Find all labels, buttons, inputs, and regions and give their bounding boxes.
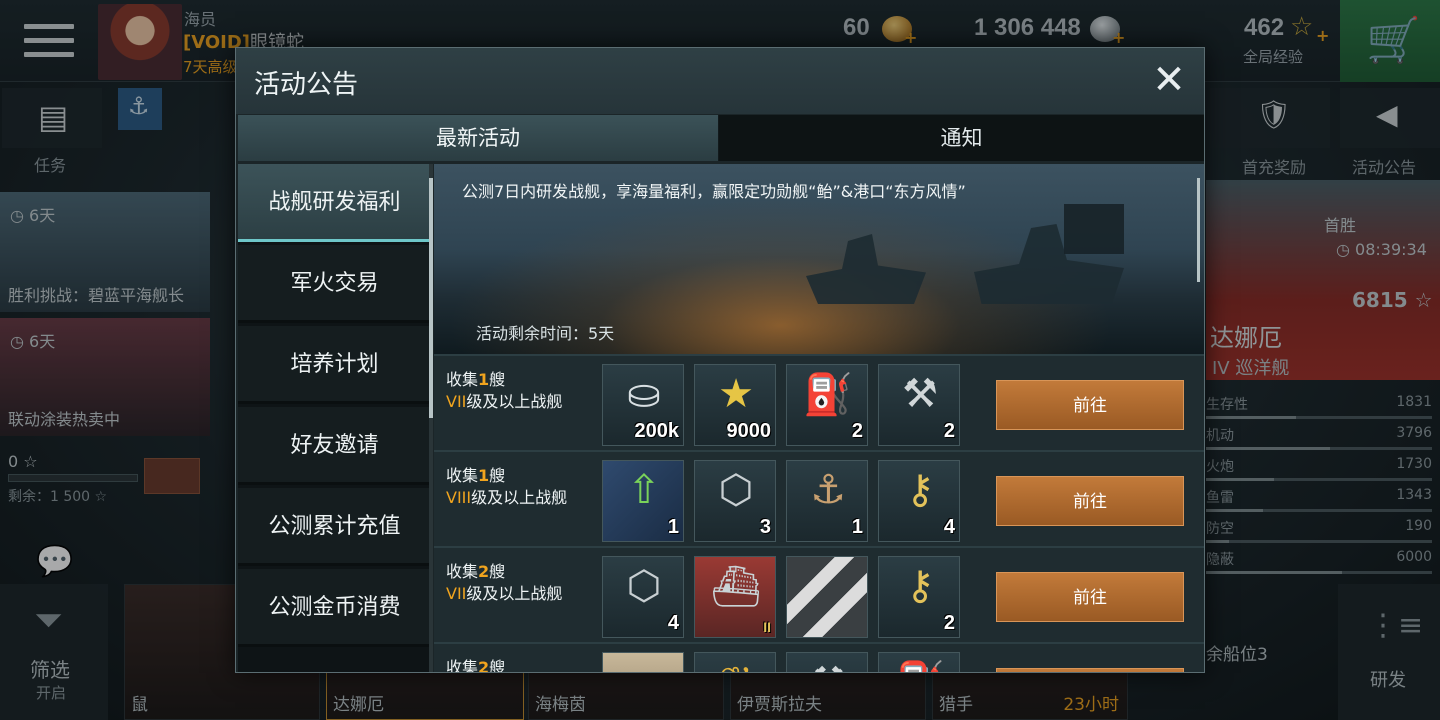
req-number: 1 bbox=[478, 466, 490, 485]
requirement-count: 收集2艘 bbox=[446, 558, 505, 582]
item-count: 4 bbox=[943, 516, 955, 538]
golden-key-icon[interactable]: ⚷ 2 bbox=[878, 556, 960, 638]
content-scrollbar[interactable] bbox=[1197, 178, 1200, 282]
banner-ship-1 bbox=[806, 234, 926, 304]
req-prefix: 收集 bbox=[446, 562, 479, 581]
requirement-count: 收集2艘 bbox=[446, 654, 505, 672]
silver-coins-glyph: ⛀ bbox=[627, 371, 661, 417]
consumable-tanks-icon[interactable]: ⛽ 2 bbox=[786, 364, 868, 446]
star-glyph: ★ bbox=[718, 371, 754, 417]
tier-suffix: 级及以上战舰 bbox=[466, 392, 563, 411]
banner-building bbox=[1064, 204, 1124, 254]
tier-suffix: 级及以上战舰 bbox=[471, 488, 568, 507]
ship-card-icon[interactable]: ⛴ II bbox=[694, 556, 776, 638]
req-prefix: 收集 bbox=[446, 370, 479, 389]
sidebar-item-gold-spend[interactable]: 公测金币消费 bbox=[238, 569, 431, 647]
banner-description: 公测7日内研发战舰，享海量福利，赢限定功勋舰“鲐”&港口“东方风情” bbox=[462, 182, 966, 201]
tier-numeral: VII bbox=[446, 584, 467, 603]
announcement-modal: 活动公告 ✕ 最新活动 通知 战舰研发福利 军火交易 培养计划 好友邀请 公测累… bbox=[235, 47, 1205, 673]
xp-star-icon[interactable]: ★ 9000 bbox=[694, 364, 776, 446]
consumable-tanks-icon[interactable]: ⛽ bbox=[878, 652, 960, 672]
anchor-flag-icon[interactable]: ⚓ 1 bbox=[786, 460, 868, 542]
tier-numeral: VII bbox=[446, 392, 467, 411]
sidebar-item-arms-trade[interactable]: 军火交易 bbox=[238, 245, 431, 323]
sidebar-scroll-thumb[interactable] bbox=[429, 178, 433, 418]
map-card-icon[interactable] bbox=[602, 652, 684, 672]
modal-header: 活动公告 ✕ bbox=[236, 48, 1204, 114]
anchor-glyph: ⚓ bbox=[810, 467, 846, 513]
reward-row-1: 收集1艘 VII级及以上战舰 ⛀ 200k ★ 9000 ⛽ 2 ⚒ 2 前往 bbox=[434, 354, 1204, 450]
tanks-glyph: ⛽ bbox=[803, 372, 853, 418]
item-count: 3 bbox=[759, 516, 771, 538]
event-time-remaining: 活动剩余时间：5天 bbox=[476, 324, 615, 343]
laurel-glyph: ❦ bbox=[695, 659, 777, 672]
req-suffix: 艘 bbox=[489, 658, 506, 672]
sidebar-item-topup[interactable]: 公测累计充值 bbox=[238, 488, 431, 566]
req-number: 2 bbox=[478, 658, 490, 672]
camouflage-icon[interactable] bbox=[786, 556, 868, 638]
event-banner: 公测7日内研发战舰，享海量福利，赢限定功勋舰“鲐”&港口“东方风情” 活动剩余时… bbox=[434, 164, 1204, 354]
reward-row-2: 收集1艘 VIII级及以上战舰 ⇧ 1 ⬡ 3 ⚓ 1 ⚷ 4 前往 bbox=[434, 450, 1204, 546]
reward-row-4: 收集2艘 ❦ ⚒ ⛽ bbox=[434, 642, 1204, 672]
tools-glyph: ⚒ bbox=[902, 371, 938, 417]
laurel-icon[interactable]: ❦ bbox=[694, 652, 776, 672]
modal-title: 活动公告 bbox=[254, 70, 359, 100]
item-count: 2 bbox=[943, 420, 955, 442]
requirement-tier: VII级及以上战舰 bbox=[446, 580, 562, 604]
golden-key-icon[interactable]: ⚷ 4 bbox=[878, 460, 960, 542]
item-count: II bbox=[763, 619, 771, 635]
go-button[interactable]: 前往 bbox=[996, 380, 1184, 430]
rank-badge-icon[interactable]: ⬡ 4 bbox=[602, 556, 684, 638]
sidebar-item-ship-research[interactable]: 战舰研发福利 bbox=[238, 164, 431, 242]
close-icon[interactable]: ✕ bbox=[1148, 60, 1190, 102]
ship-glyph: ⛴ bbox=[710, 564, 762, 610]
requirement-count: 收集1艘 bbox=[446, 366, 505, 390]
sidebar-item-friend-invite[interactable]: 好友邀请 bbox=[238, 407, 431, 485]
badge-glyph: ⬡ bbox=[718, 467, 754, 513]
req-prefix: 收集 bbox=[446, 466, 479, 485]
upgrade-glyph: ⇧ bbox=[627, 467, 661, 513]
item-count: 200k bbox=[634, 420, 680, 442]
silver-coins-icon[interactable]: ⛀ 200k bbox=[602, 364, 684, 446]
sidebar-scrollbar[interactable] bbox=[429, 164, 433, 672]
commander-upgrade-icon[interactable]: ⇧ 1 bbox=[602, 460, 684, 542]
event-content: 公测7日内研发战舰，享海量福利，赢限定功勋舰“鲐”&港口“东方风情” 活动剩余时… bbox=[434, 164, 1204, 672]
requirement-count: 收集1艘 bbox=[446, 462, 505, 486]
req-number: 2 bbox=[478, 562, 490, 581]
item-count: 4 bbox=[667, 612, 679, 634]
repair-tools-icon[interactable]: ⚒ 2 bbox=[878, 364, 960, 446]
rank-badge-icon[interactable]: ⬡ 3 bbox=[694, 460, 776, 542]
tab-latest-events[interactable]: 最新活动 bbox=[238, 115, 718, 161]
tanks-glyph: ⛽ bbox=[879, 659, 961, 672]
tools-glyph: ⚒ bbox=[787, 659, 869, 672]
requirement-tier: VII级及以上战舰 bbox=[446, 388, 562, 412]
go-button[interactable]: 前往 bbox=[996, 572, 1184, 622]
req-suffix: 艘 bbox=[489, 562, 506, 581]
badge-glyph: ⬡ bbox=[626, 563, 662, 609]
modal-tabs: 最新活动 通知 bbox=[238, 115, 1204, 161]
tier-numeral: VIII bbox=[446, 488, 472, 507]
reward-row-3: 收集2艘 VII级及以上战舰 ⬡ 4 ⛴ II ⚷ 2 前往 bbox=[434, 546, 1204, 642]
repair-tools-icon[interactable]: ⚒ bbox=[786, 652, 868, 672]
requirement-tier: VIII级及以上战舰 bbox=[446, 484, 567, 508]
item-count: 2 bbox=[943, 612, 955, 634]
sidebar-item-training-plan[interactable]: 培养计划 bbox=[238, 326, 431, 404]
req-suffix: 艘 bbox=[489, 466, 506, 485]
go-button[interactable] bbox=[996, 668, 1184, 672]
key-glyph: ⚷ bbox=[905, 563, 935, 609]
item-count: 1 bbox=[851, 516, 863, 538]
tab-notices[interactable]: 通知 bbox=[719, 115, 1204, 161]
tier-suffix: 级及以上战舰 bbox=[466, 584, 563, 603]
key-glyph: ⚷ bbox=[905, 467, 935, 513]
req-number: 1 bbox=[478, 370, 490, 389]
go-button[interactable]: 前往 bbox=[996, 476, 1184, 526]
item-count: 9000 bbox=[726, 420, 772, 442]
event-sidebar: 战舰研发福利 军火交易 培养计划 好友邀请 公测累计充值 公测金币消费 bbox=[238, 164, 431, 672]
item-count: 2 bbox=[851, 420, 863, 442]
req-prefix: 收集 bbox=[446, 658, 479, 672]
item-count: 1 bbox=[667, 516, 679, 538]
req-suffix: 艘 bbox=[489, 370, 506, 389]
